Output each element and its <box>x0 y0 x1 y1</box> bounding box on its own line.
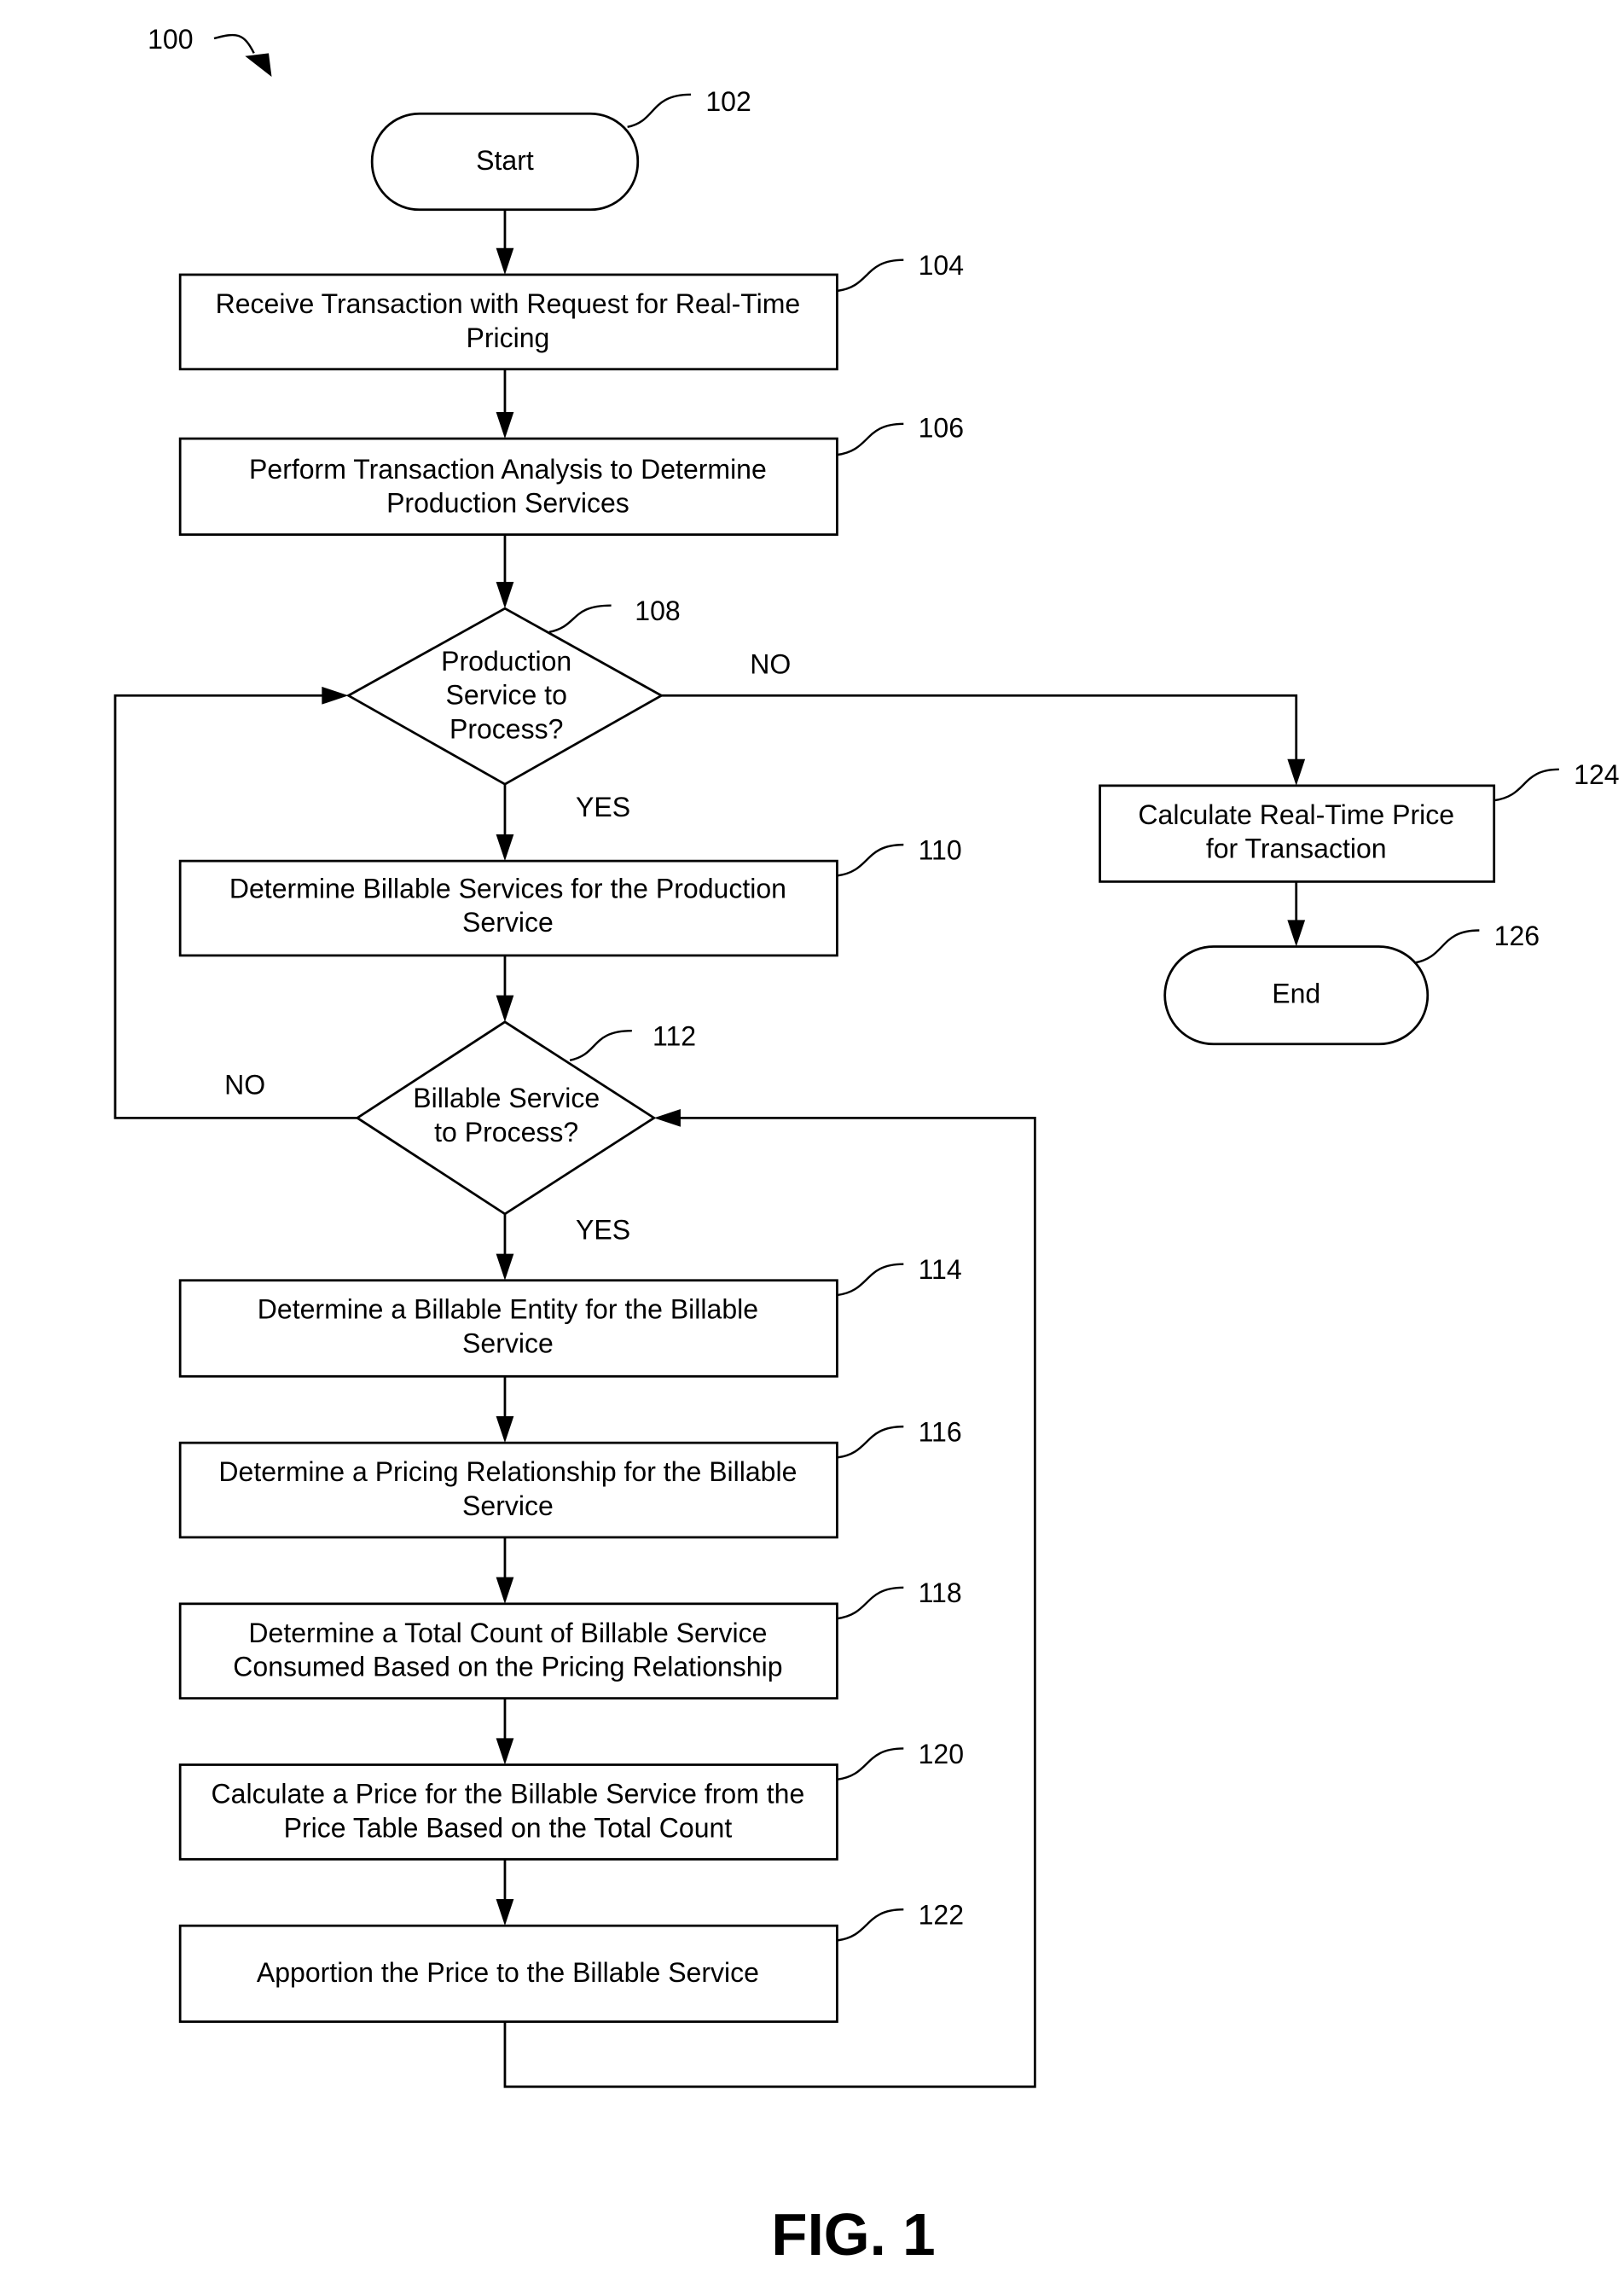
step-118-line-2: Consumed Based on the Pricing Relationsh… <box>233 1652 782 1682</box>
step-116-line-1: Determine a Pricing Relationship for the… <box>218 1456 797 1487</box>
arrow-112-114 <box>496 1253 514 1281</box>
leader-104 <box>837 259 904 293</box>
ref-112: 112 <box>652 1021 696 1052</box>
ref-116: 116 <box>919 1416 962 1447</box>
end-terminal: End 126 <box>1163 921 1540 1046</box>
step-122-line-1: Apportion the Price to the Billable Serv… <box>257 1957 759 1988</box>
edge-label-108-no: NO <box>750 648 791 679</box>
decision-112-line-1: Billable Service <box>413 1083 600 1113</box>
arrow-124-end <box>1287 920 1306 947</box>
start-label: Start <box>476 145 534 176</box>
flowchart: 100 Start 102 Receive Transaction with R… <box>113 24 1620 2268</box>
decision-108-line-1: Production <box>441 646 571 677</box>
arrow-120-122 <box>496 1899 514 1926</box>
edge-label-112-yes: YES <box>576 1214 630 1245</box>
process-step-110: Determine Billable Services for the Prod… <box>178 834 962 957</box>
leader-108 <box>548 604 612 634</box>
process-step-116: Determine a Pricing Relationship for the… <box>178 1416 962 1539</box>
arrow-114-116 <box>496 1415 514 1444</box>
edge-label-108-yes: YES <box>576 792 630 822</box>
process-step-106: Perform Transaction Analysis to Determin… <box>178 412 964 536</box>
leader-118 <box>837 1586 904 1620</box>
decision-108: Production Service to Process? 108 <box>345 595 681 786</box>
ref-108: 108 <box>635 595 680 626</box>
ref-102: 102 <box>705 86 751 117</box>
step-116-line-2: Service <box>462 1490 554 1521</box>
process-step-114: Determine a Billable Entity for the Bill… <box>178 1254 962 1378</box>
leader-110 <box>837 843 904 877</box>
ref-118: 118 <box>919 1577 962 1608</box>
arrow-118-120 <box>496 1738 514 1765</box>
decision-108-line-3: Process? <box>450 713 563 744</box>
step-124-line-2: for Transaction <box>1206 834 1387 864</box>
ref-124: 124 <box>1574 759 1619 790</box>
leader-112 <box>569 1030 632 1062</box>
edge-label-112-no: NO <box>224 1070 265 1101</box>
arrow-108-124 <box>1287 758 1306 786</box>
ref-122: 122 <box>919 1899 964 1930</box>
arrow-116-118 <box>496 1577 514 1604</box>
figure-caption: FIG. 1 <box>771 2201 935 2268</box>
leader-106 <box>837 422 904 456</box>
end-label: End <box>1272 978 1320 1008</box>
process-step-122: Apportion the Price to the Billable Serv… <box>178 1899 964 2024</box>
arrow-start-104 <box>496 247 514 275</box>
step-114-line-1: Determine a Billable Entity for the Bill… <box>258 1294 758 1325</box>
step-118-line-1: Determine a Total Count of Billable Serv… <box>248 1618 767 1648</box>
ref-106: 106 <box>919 412 964 443</box>
step-106-line-1: Perform Transaction Analysis to Determin… <box>249 454 767 485</box>
figure-ref-label: 100 <box>148 24 193 55</box>
edge-108-124 <box>661 694 1298 765</box>
arrow-108-110 <box>496 834 514 862</box>
arrow-110-112 <box>496 995 514 1022</box>
decision-112-line-2: to Process? <box>434 1117 578 1147</box>
process-step-104: Receive Transaction with Request for Rea… <box>178 250 964 371</box>
step-104-line-2: Pricing <box>466 322 549 353</box>
step-110-line-2: Service <box>462 907 554 938</box>
leader-114 <box>837 1263 904 1297</box>
step-120-line-1: Calculate a Price for the Billable Servi… <box>212 1779 805 1810</box>
arrow-112-108-loop <box>322 686 349 705</box>
leader-122 <box>837 1908 904 1942</box>
leader-126 <box>1413 929 1480 964</box>
leader-102 <box>627 93 692 129</box>
ref-104: 104 <box>919 250 964 281</box>
ref-114: 114 <box>919 1254 962 1285</box>
leader-120 <box>837 1747 904 1781</box>
step-106-line-2: Production Services <box>386 488 629 519</box>
ref-126: 126 <box>1494 921 1540 951</box>
arrow-122-112-loop <box>653 1108 681 1127</box>
ref-110: 110 <box>919 834 962 865</box>
decision-108-line-2: Service to <box>446 680 567 711</box>
leader-116 <box>837 1425 904 1459</box>
step-114-line-2: Service <box>462 1328 554 1359</box>
arrow-106-108 <box>496 582 514 609</box>
figure-ref-leader <box>213 33 255 54</box>
process-step-120: Calculate a Price for the Billable Servi… <box>178 1739 964 1861</box>
figure-ref-arrow-icon <box>245 53 272 78</box>
leader-124 <box>1494 768 1559 802</box>
start-terminal: Start 102 <box>370 86 751 212</box>
step-120-line-2: Price Table Based on the Total Count <box>284 1812 733 1843</box>
ref-120: 120 <box>919 1739 964 1769</box>
step-124-line-1: Calculate Real-Time Price <box>1138 799 1454 830</box>
process-step-124: Calculate Real-Time Price for Transactio… <box>1099 759 1620 883</box>
step-110-line-1: Determine Billable Services for the Prod… <box>229 873 786 903</box>
decision-112: Billable Service to Process? 112 <box>355 1020 696 1216</box>
step-104-line-1: Receive Transaction with Request for Rea… <box>216 288 801 319</box>
process-step-118: Determine a Total Count of Billable Serv… <box>178 1577 962 1699</box>
arrow-104-106 <box>496 411 514 439</box>
